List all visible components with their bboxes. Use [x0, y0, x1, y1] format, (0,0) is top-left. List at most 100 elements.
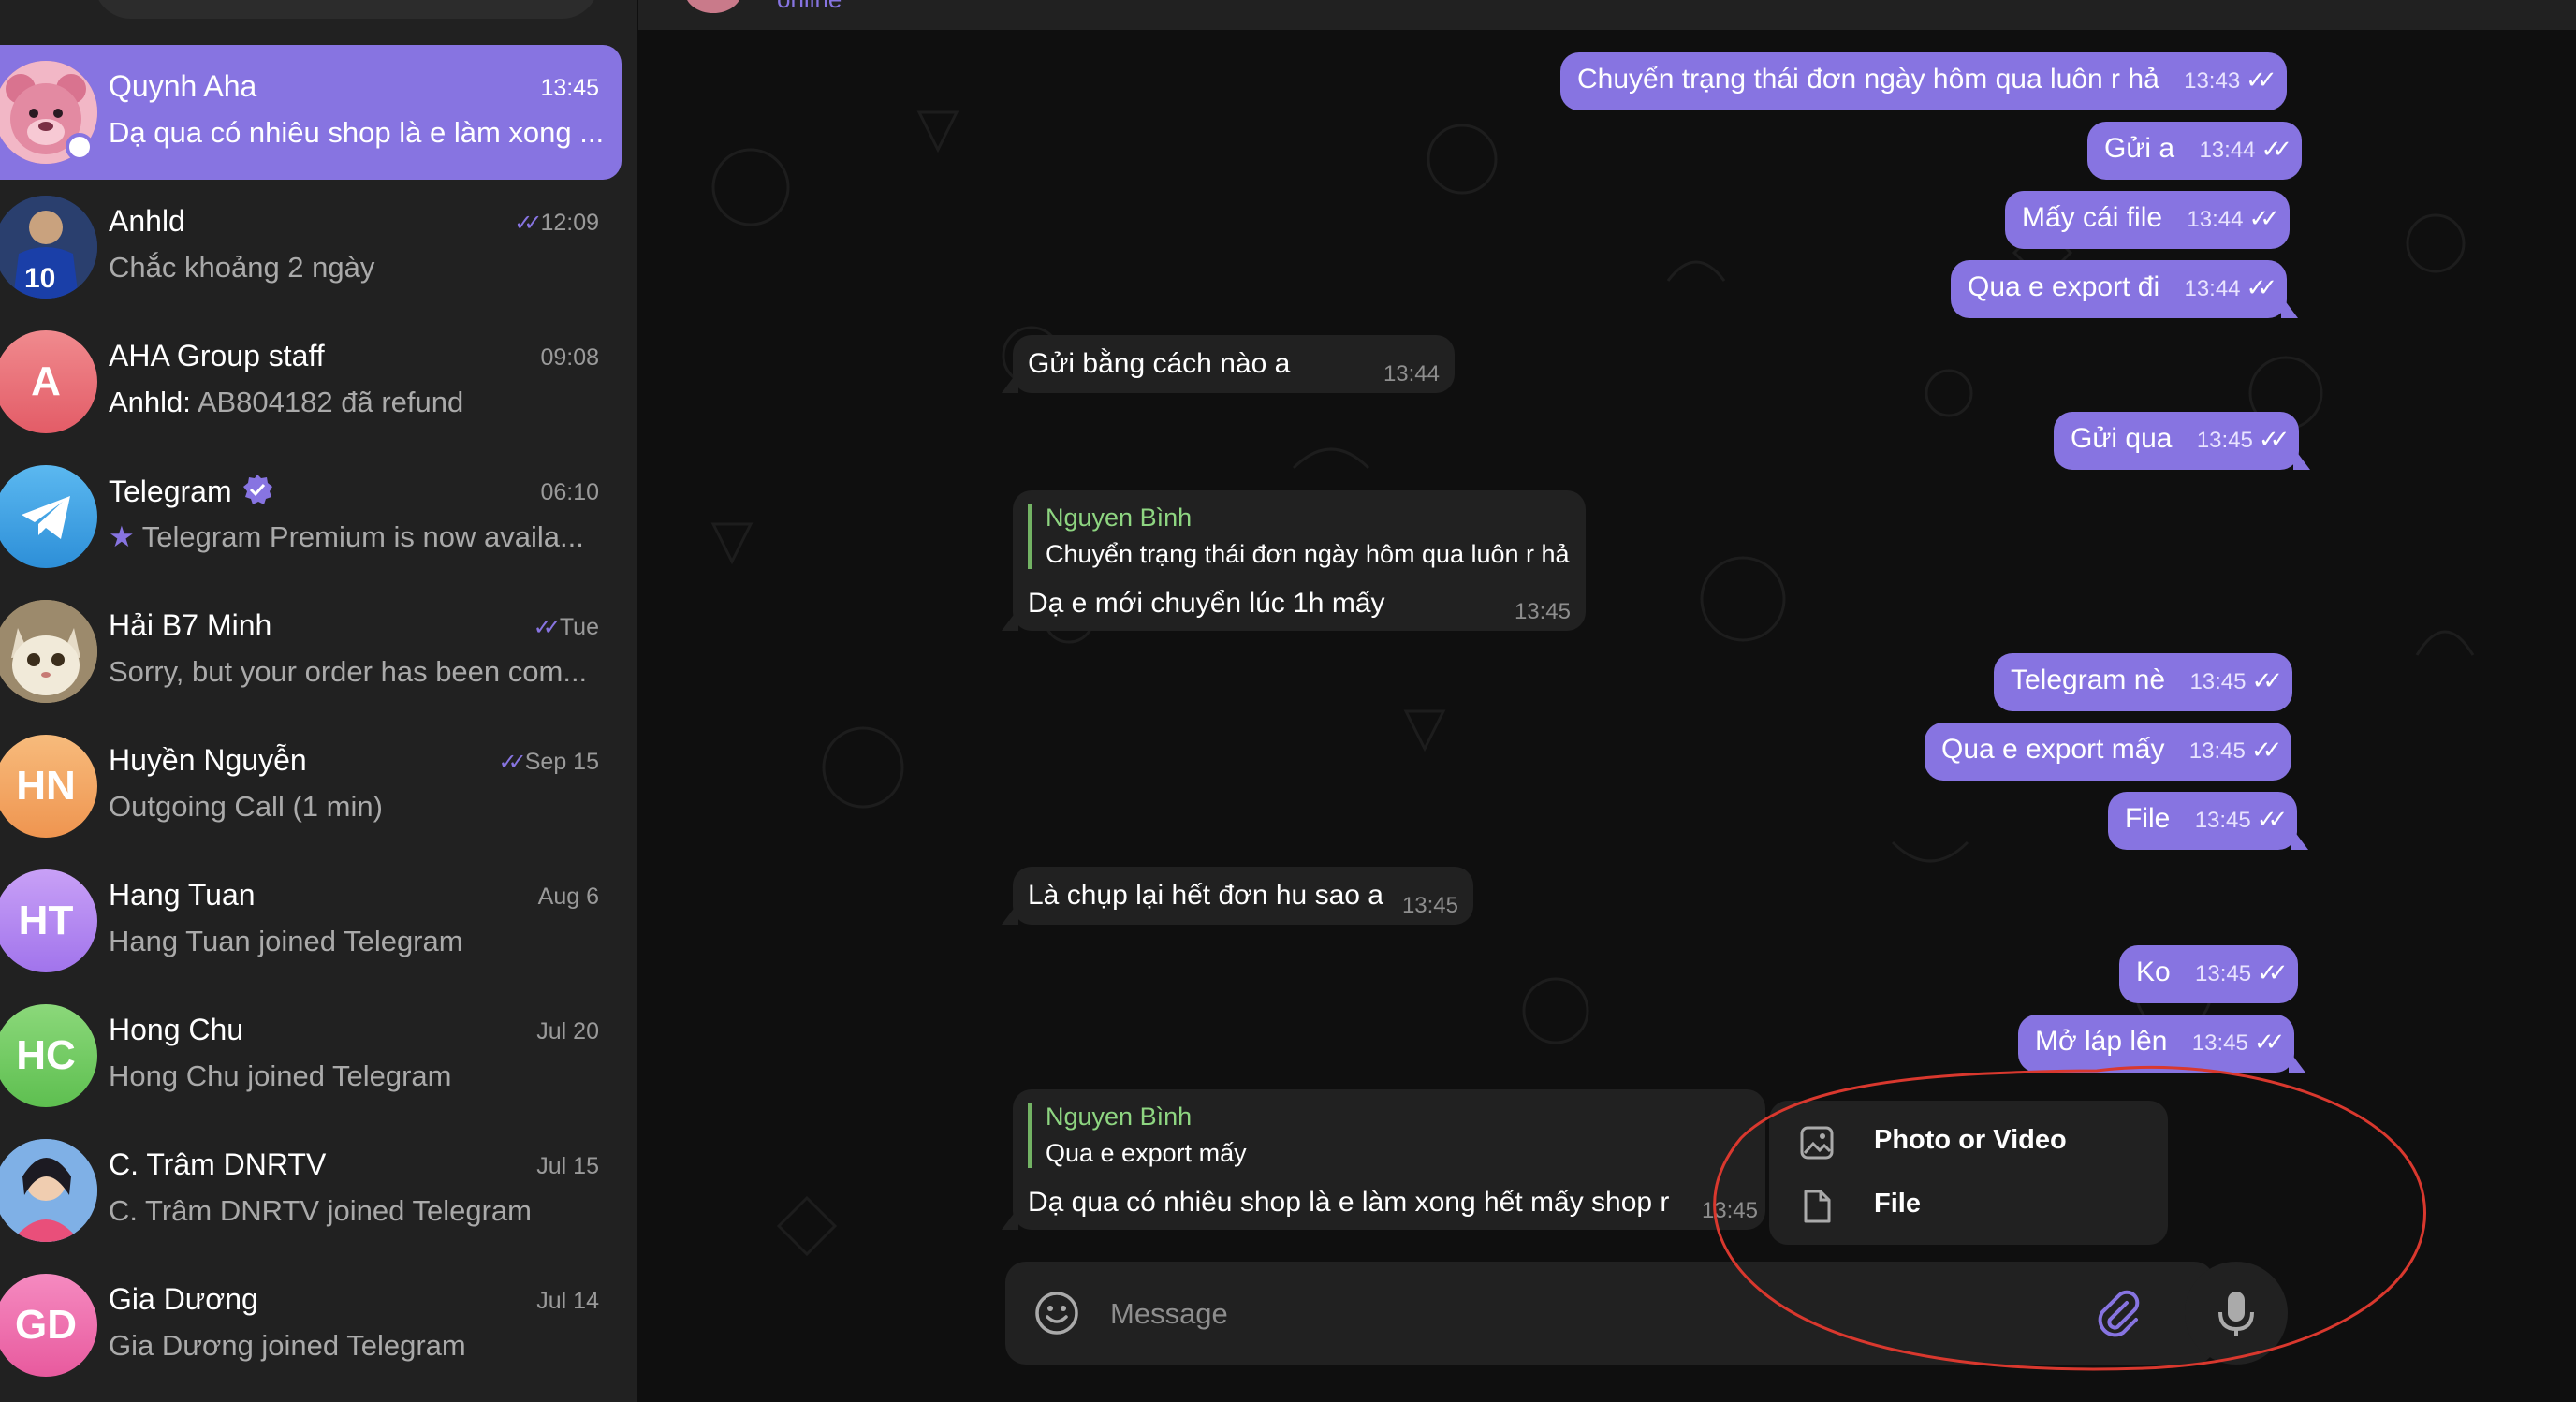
reply-quote[interactable]: Nguyen Bình Qua e export mấy	[1028, 1103, 1247, 1168]
chat-preview: Hong Chu joined Telegram	[109, 1059, 452, 1092]
read-check-icon: ✓✓	[2261, 135, 2292, 163]
reply-author: Nguyen Bình	[1046, 504, 1193, 532]
chat-item-hang-tuan[interactable]: HT Hang Tuan Aug 6 Hang Tuan joined Tele…	[0, 854, 622, 988]
message-text: Qua e export đi	[1968, 271, 2160, 302]
chat-header: online	[638, 0, 2576, 30]
search-bar[interactable]	[94, 0, 599, 19]
chat-time: Sep 15	[524, 749, 599, 775]
chat-name: Hải B7 Minh	[109, 608, 272, 642]
premium-star-icon: ★	[109, 520, 135, 553]
chat-preview: Hang Tuan joined Telegram	[109, 925, 463, 957]
chat-time: Jul 15	[536, 1153, 599, 1179]
avatar: HT	[0, 869, 97, 972]
chat-time-wrap: ✓✓ Sep 15	[499, 749, 599, 776]
chat-item-hong-chu[interactable]: HC Hong Chu Jul 20 Hong Chu joined Teleg…	[0, 988, 622, 1123]
message-time: 13:44	[2199, 138, 2256, 163]
chat-time-wrap: ✓✓ Tue	[534, 614, 599, 641]
chat-preview: Outgoing Call (1 min)	[109, 790, 383, 823]
read-check-icon: ✓✓	[498, 750, 527, 775]
chat-item-hai-b7-minh[interactable]: Hải B7 Minh ✓✓ Tue Sorry, but your order …	[0, 584, 622, 719]
message-text: Gửi qua	[2071, 423, 2173, 454]
message-text: Chuyển trạng thái đơn ngày hôm qua luôn …	[1577, 64, 2159, 95]
message-time: 13:45	[2188, 738, 2246, 764]
telegram-plane-icon	[22, 496, 70, 539]
outgoing-message[interactable]: Telegram nè 13:45 ✓✓	[1994, 653, 2293, 711]
incoming-reply-message[interactable]: Nguyen Bình Chuyển trạng thái đơn ngày h…	[1002, 490, 1586, 631]
bubble-tail	[2293, 447, 2311, 470]
chat-time: 13:45	[540, 75, 599, 101]
message-time: 13:43	[2184, 68, 2241, 94]
chat-time-wrap: ✓✓ 12:09	[514, 210, 599, 237]
chat-time: Jul 20	[536, 1018, 599, 1044]
message-text: Là chụp lại hết đơn hu sao a	[1028, 880, 1383, 911]
chat-name: Hang Tuan	[109, 878, 256, 912]
message-time: 13:45	[2194, 808, 2251, 833]
message-text: File	[2125, 803, 2171, 834]
message-text: Mấy cái file	[2022, 202, 2163, 233]
message-time: 13:44	[1383, 361, 1440, 387]
read-check-icon: ✓✓	[2248, 204, 2279, 232]
chat-item-aha-group-staff[interactable]: A AHA Group staff 09:08 Anhld: AB804182 …	[0, 314, 622, 449]
message-text: Gửi bằng cách nào a	[1028, 348, 1291, 379]
chat-preview: C. Trâm DNRTV joined Telegram	[109, 1194, 532, 1227]
message-time: 13:45	[1401, 893, 1458, 918]
incoming-message[interactable]: Là chụp lại hết đơn hu sao a 13:45	[1002, 867, 1473, 925]
avatar: GD	[0, 1274, 97, 1377]
outgoing-message[interactable]: File 13:45 ✓✓	[2108, 792, 2309, 850]
outgoing-message[interactable]: Mấy cái file 13:44 ✓✓	[2005, 191, 2291, 249]
message-text: Dạ e mới chuyển lúc 1h mấy	[1028, 588, 1385, 619]
chat-preview-wrap: Anhld: AB804182 đã refund	[109, 386, 605, 419]
chat-name: Quynh Aha	[109, 69, 257, 103]
chat-time: Jul 14	[536, 1288, 599, 1314]
message-time: 13:45	[2195, 961, 2252, 986]
avatar: HC	[0, 1004, 97, 1107]
message-text: Gửi a	[2104, 133, 2175, 164]
bubble-tail	[1002, 1207, 1018, 1230]
message-text: Mở láp lên	[2035, 1026, 2168, 1057]
outgoing-message[interactable]: Qua e export đi 13:44 ✓✓	[1951, 260, 2299, 318]
reply-text: Chuyển trạng thái đơn ngày hôm qua luôn …	[1046, 540, 1570, 568]
avatar: HN	[0, 735, 97, 838]
message-time: 13:44	[2187, 207, 2244, 232]
read-check-icon: ✓✓	[2257, 958, 2288, 986]
chat-item-c-tram-dnrtv[interactable]: C. Trâm DNRTV Jul 15 C. Trâm DNRTV joine…	[0, 1123, 622, 1258]
read-check-icon: ✓✓	[2251, 666, 2283, 694]
chat-time: 09:08	[540, 344, 599, 371]
chat-item-gia-duong[interactable]: GD Gia Dương Jul 14 Gia Dương joined Tel…	[0, 1258, 622, 1393]
outgoing-message[interactable]: Chuyển trạng thái đơn ngày hôm qua luôn …	[1560, 52, 2287, 110]
chat-item-telegram[interactable]: Telegram 06:10 ★ Telegram Premium is now …	[0, 449, 622, 584]
incoming-reply-message[interactable]: Nguyen Bình Qua e export mấy Dạ qua có n…	[1002, 1089, 1765, 1230]
chat-preview: Gia Dương joined Telegram	[109, 1329, 466, 1362]
bubble-tail	[1002, 371, 1018, 393]
chat-item-anhld[interactable]: 10 Anhld ✓✓ 12:09 Chắc khoảng 2 ngày	[0, 180, 622, 314]
outgoing-message[interactable]: Qua e export mấy 13:45 ✓✓	[1925, 723, 2292, 781]
message-time: 13:45	[2189, 669, 2247, 694]
chat-name: Anhld	[109, 204, 185, 238]
read-check-icon: ✓✓	[2246, 66, 2276, 94]
chat-time: 12:09	[540, 210, 599, 236]
reply-quote[interactable]: Nguyen Bình Chuyển trạng thái đơn ngày h…	[1028, 504, 1570, 569]
verified-badge-icon	[242, 475, 272, 504]
avatar	[0, 600, 97, 703]
outgoing-message[interactable]: Gửi a 13:44 ✓✓	[2087, 122, 2303, 180]
chat-name: C. Trâm DNRTV	[109, 1147, 327, 1181]
preview-sender: Anhld	[109, 386, 183, 418]
chat-item-quynh-aha[interactable]: Quynh Aha 13:45 Dạ qua có nhiêu shop là …	[0, 45, 622, 180]
header-avatar[interactable]	[685, 0, 741, 13]
message-time: 13:45	[1514, 599, 1571, 624]
emoji-icon[interactable]	[1033, 1290, 1080, 1336]
outgoing-message[interactable]: Ko 13:45 ✓✓	[2119, 945, 2298, 1003]
chat-preview: Sorry, but your order has been com...	[109, 655, 588, 688]
message-text: Dạ qua có nhiêu shop là e làm xong hết m…	[1028, 1187, 1670, 1218]
avatar: A	[0, 330, 97, 433]
read-check-icon: ✓✓	[514, 211, 542, 236]
chat-name-wrap: Telegram	[109, 474, 273, 509]
bubble-tail	[1002, 902, 1018, 925]
chat-item-huyen-nguyen[interactable]: HN Huyền Nguyễn ✓✓ Sep 15 Outgoing Call (…	[0, 719, 622, 854]
message-text: Qua e export mấy	[1941, 734, 2165, 765]
message-time: 13:44	[2184, 276, 2241, 301]
avatar	[0, 1139, 97, 1242]
outgoing-message[interactable]: Gửi qua 13:45 ✓✓	[2054, 412, 2311, 470]
incoming-message[interactable]: Gửi bằng cách nào a 13:44	[1002, 335, 1455, 393]
chat-list-sidebar: Quynh Aha 13:45 Dạ qua có nhiêu shop là …	[0, 0, 637, 1402]
